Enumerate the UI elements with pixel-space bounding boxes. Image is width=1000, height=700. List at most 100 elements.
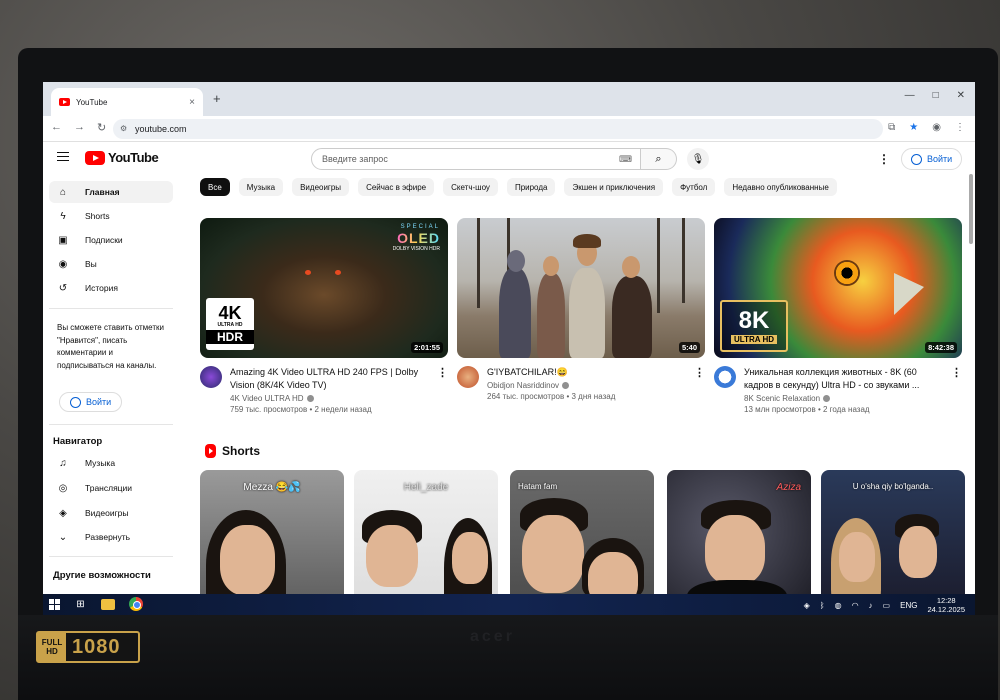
- bird-eye: [834, 260, 860, 286]
- video-duration: 5:40: [678, 342, 700, 353]
- chip-action[interactable]: Экшен и приключения: [564, 178, 664, 196]
- sidebar-item-gaming[interactable]: ◈ Видеоигры: [49, 502, 173, 524]
- channel-name[interactable]: 4K Video ULTRA HD: [230, 394, 304, 403]
- youtube-header: YouTube Введите запрос ⌨ ⌕ 🎙 ⋮ Войти: [43, 142, 975, 174]
- chip-sketch[interactable]: Скетч-шоу: [443, 178, 498, 196]
- video-thumbnail[interactable]: 8K ULTRA HD 8:42:38: [714, 218, 962, 358]
- video-thumbnail[interactable]: 5:40: [457, 218, 705, 358]
- search-button[interactable]: ⌕: [641, 148, 677, 170]
- video-title[interactable]: Уникальная коллекция животных - 8K (60 к…: [744, 366, 946, 392]
- install-app-icon[interactable]: ⧉: [888, 122, 895, 133]
- video-menu-icon[interactable]: ⋮: [951, 366, 962, 379]
- sidebar-item-expand[interactable]: ⌄ Развернуть: [49, 526, 173, 548]
- browser-tab[interactable]: YouTube ×: [51, 88, 203, 116]
- sidebar-signin-button[interactable]: Войти: [59, 392, 123, 412]
- navigator-heading: Навигатор: [53, 436, 103, 447]
- search-icon: ⌕: [655, 152, 662, 165]
- page-scrollbar[interactable]: [969, 174, 973, 244]
- forward-arrow-icon[interactable]: →: [74, 121, 85, 134]
- chip-all[interactable]: Все: [200, 178, 230, 196]
- youtube-logo[interactable]: YouTube: [85, 150, 159, 165]
- laptop-brand-logo: acer: [470, 628, 515, 645]
- channel-name[interactable]: 8K Scenic Relaxation: [744, 394, 820, 403]
- close-window-button[interactable]: ✕: [957, 90, 965, 101]
- channel-avatar[interactable]: [714, 366, 736, 388]
- account-icon: [70, 396, 81, 408]
- sidebar: ⌂ Главная ϟ Shorts ▣ Подписки ◉ Вы ↺ Ист…: [43, 174, 183, 615]
- bluetooth-icon[interactable]: ᛒ: [820, 601, 825, 610]
- chip-football[interactable]: Футбол: [672, 178, 716, 196]
- battery-icon[interactable]: ▭: [883, 601, 891, 610]
- sidebar-divider: [49, 556, 173, 557]
- video-card[interactable]: SPECIAL OLED DOLBY VISION HDR 4K ULTRA H…: [200, 218, 448, 414]
- chrome-icon[interactable]: [129, 597, 143, 611]
- sidebar-item-subscriptions[interactable]: ▣ Подписки: [49, 229, 173, 251]
- settings-menu-icon[interactable]: ⋮: [878, 152, 890, 166]
- language-indicator[interactable]: ENG: [900, 601, 917, 610]
- sidebar-item-live[interactable]: ◎ Трансляции: [49, 477, 173, 499]
- menu-icon[interactable]: [57, 152, 69, 161]
- sidebar-item-music[interactable]: ♫ Музыка: [49, 452, 173, 474]
- profile-icon[interactable]: ◉: [932, 122, 941, 133]
- video-card[interactable]: 8K ULTRA HD 8:42:38 Уникальная коллекция…: [714, 218, 962, 414]
- video-menu-icon[interactable]: ⋮: [437, 366, 448, 379]
- video-stats: 264 тыс. просмотров • 3 дня назад: [487, 392, 616, 401]
- video-card[interactable]: 5:40 G'IYBATCHILAR!😄 Obidjon Nasriddinov…: [457, 218, 705, 401]
- volume-icon[interactable]: ♪: [869, 601, 873, 610]
- bookmark-star-icon[interactable]: ★: [909, 122, 918, 133]
- history-icon: ↺: [58, 282, 68, 294]
- video-title[interactable]: Amazing 4K Video ULTRA HD 240 FPS | Dolb…: [230, 366, 432, 392]
- system-tray: ◈ ᛒ ◍ ◠ ♪ ▭ ENG 12:28 24.12.2025: [804, 596, 965, 614]
- minimize-button[interactable]: —: [905, 90, 915, 101]
- oled-badge: SPECIAL OLED DOLBY VISION HDR: [392, 224, 440, 252]
- sidebar-divider: [49, 424, 173, 425]
- close-tab-icon[interactable]: ×: [189, 97, 195, 108]
- sidebar-item-shorts[interactable]: ϟ Shorts: [49, 205, 173, 227]
- chip-video-games[interactable]: Видеоигры: [292, 178, 350, 196]
- new-tab-button[interactable]: +: [213, 91, 221, 106]
- live-icon: ◎: [58, 482, 68, 494]
- chevron-down-icon: ⌄: [58, 531, 68, 543]
- more-features-heading: Другие возможности: [53, 570, 151, 581]
- back-arrow-icon[interactable]: ←: [51, 121, 62, 134]
- full-hd-sticker: FULL HD 1080: [36, 631, 140, 663]
- chip-recent[interactable]: Недавно опубликованные: [724, 178, 837, 196]
- maximize-button[interactable]: □: [933, 90, 939, 101]
- channel-name[interactable]: Obidjon Nasriddinov: [487, 381, 559, 390]
- video-duration: 8:42:38: [925, 342, 957, 353]
- video-menu-icon[interactable]: ⋮: [694, 366, 705, 379]
- reload-icon[interactable]: ↻: [97, 121, 106, 134]
- windows-start-icon[interactable]: [49, 598, 60, 610]
- channel-avatar[interactable]: [457, 366, 479, 388]
- video-thumbnail[interactable]: SPECIAL OLED DOLBY VISION HDR 4K ULTRA H…: [200, 218, 448, 358]
- system-clock[interactable]: 12:28 24.12.2025: [927, 596, 965, 614]
- verified-icon: [306, 395, 314, 403]
- gamepad-icon: ◈: [59, 507, 67, 519]
- chip-nature[interactable]: Природа: [506, 178, 556, 196]
- sidebar-item-history[interactable]: ↺ История: [49, 277, 173, 299]
- file-explorer-icon[interactable]: [101, 598, 115, 610]
- shield-icon[interactable]: ◈: [804, 601, 810, 610]
- url-text: youtube.com: [135, 124, 187, 134]
- chip-music[interactable]: Музыка: [238, 178, 284, 196]
- browser-menu-icon[interactable]: ⋮: [955, 122, 965, 133]
- site-info-icon[interactable]: ⚙: [120, 124, 127, 133]
- search-placeholder: Введите запрос: [322, 154, 388, 164]
- channel-avatar[interactable]: [200, 366, 222, 388]
- signin-button[interactable]: Войти: [901, 148, 963, 170]
- address-bar[interactable]: ⚙ youtube.com: [113, 119, 883, 139]
- sidebar-divider: [49, 308, 173, 309]
- chip-live[interactable]: Сейчас в эфире: [358, 178, 435, 196]
- search-input[interactable]: Введите запрос ⌨: [311, 148, 641, 170]
- keyboard-icon[interactable]: ⌨: [619, 154, 632, 165]
- verified-icon: [562, 382, 570, 390]
- sidebar-item-home[interactable]: ⌂ Главная: [49, 181, 173, 203]
- home-icon: ⌂: [59, 186, 67, 198]
- laptop-screen: YouTube × + — □ ✕ ← → ↻ ⚙ youtube.com ⧉ …: [43, 82, 975, 615]
- sidebar-item-you[interactable]: ◉ Вы: [49, 253, 173, 275]
- wifi-icon[interactable]: ◠: [852, 601, 859, 610]
- video-title[interactable]: G'IYBATCHILAR!😄: [487, 366, 689, 379]
- task-view-icon[interactable]: ⊞: [74, 598, 87, 611]
- voice-search-button[interactable]: 🎙: [687, 148, 709, 170]
- sync-icon[interactable]: ◍: [835, 601, 842, 610]
